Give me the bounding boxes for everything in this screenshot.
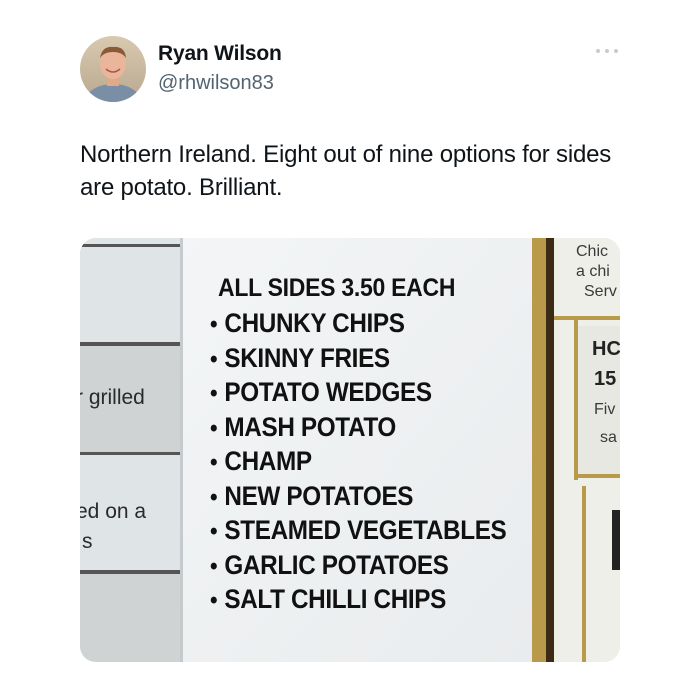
menu-right-fragment: Serv: [584, 283, 617, 300]
list-item: • GARLIC POTATOES: [210, 549, 449, 580]
list-item: • POTATO WEDGES: [210, 377, 432, 407]
tweet-photo[interactable]: r grilled ed on a s Chic a chi Serv HC 1…: [80, 238, 620, 662]
menu-sides-list: • CHUNKY CHIPS • SKINNY FRIES • POTATO WEDG…: [210, 306, 539, 617]
menu-left-fragment: ed on a: [80, 500, 147, 523]
menu-right-fragment: Chic: [576, 243, 609, 260]
tweet-text: Northern Ireland. Eight out of nine opti…: [80, 141, 612, 201]
list-item: • SALT CHILLI CHIPS: [210, 584, 446, 614]
list-item: • STEAMED VEGETABLES: [210, 515, 507, 545]
menu-right-fragment: HC: [592, 338, 620, 360]
menu-left-fragment: s: [82, 530, 93, 553]
author-display-name[interactable]: Ryan Wilson: [158, 42, 282, 66]
more-options-icon[interactable]: [592, 42, 622, 60]
menu-right-fragment: Fiv: [594, 401, 616, 418]
list-item: • SKINNY FRIES: [210, 342, 390, 373]
author-handle[interactable]: @rhwilson83: [158, 72, 274, 95]
menu-right-fragment: sa: [600, 429, 617, 446]
menu-right-fragment: 15: [594, 368, 617, 390]
menu-heading: ALL SIDES 3.50 EACH: [218, 274, 456, 302]
menu-left-fragment: r grilled: [80, 386, 145, 409]
list-item: • CHAMP: [210, 446, 312, 476]
avatar[interactable]: [80, 36, 146, 102]
list-item: • NEW POTATOES: [210, 480, 414, 511]
menu-right-fragment: a chi: [576, 263, 610, 280]
list-item: • MASH POTATO: [210, 411, 396, 442]
list-item: • CHUNKY CHIPS: [210, 308, 405, 338]
user-avatar-photo: [80, 36, 146, 102]
